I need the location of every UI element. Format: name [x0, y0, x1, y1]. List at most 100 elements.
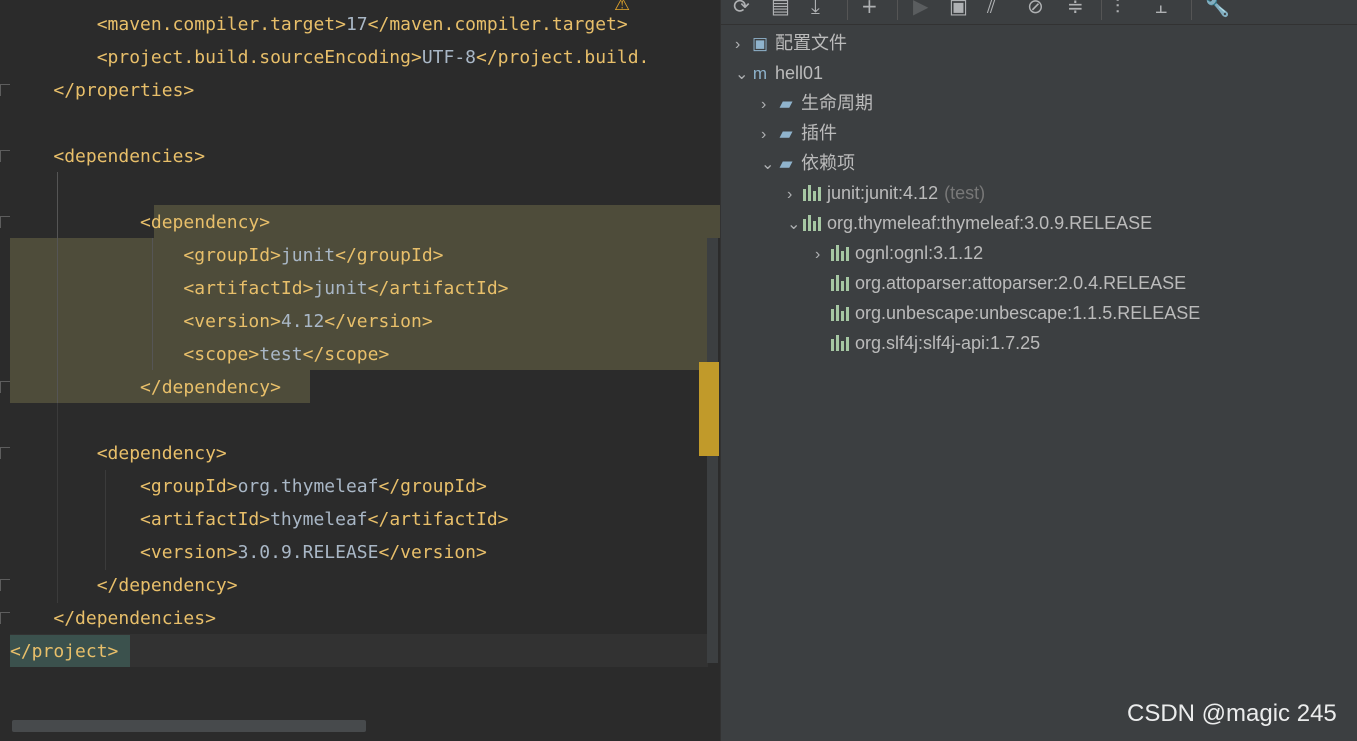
run-icon[interactable]: ▶ — [913, 0, 928, 18]
fold-marker[interactable] — [0, 579, 10, 591]
code-line[interactable]: <artifactId>junit</artifactId> — [10, 272, 508, 305]
tree-node-label: org.thymeleaf:thymeleaf:3.0.9.RELEASE — [827, 213, 1153, 233]
xml-text-value: UTF-8 — [421, 47, 476, 68]
code-line[interactable]: <dependencies> — [10, 140, 205, 173]
tree-node[interactable]: › junit:junit:4.12 (test) — [787, 178, 985, 208]
xml-open-tag: <version> — [183, 311, 281, 332]
lifecycle-folder-icon: ▰ — [779, 94, 793, 113]
xml-text-value: junit — [280, 245, 336, 266]
tree-node[interactable]: › ognl:ognl:3.1.12 — [815, 238, 983, 268]
chevron-right-icon[interactable]: › — [815, 240, 829, 270]
download-icon[interactable]: ⤓ — [811, 0, 820, 18]
tree-node[interactable]: org.unbescape:unbescape:1.1.5.RELEASE — [815, 298, 1200, 328]
xml-text-value: test — [259, 344, 303, 365]
watermark: CSDN @magic 245 — [1127, 700, 1337, 727]
tree-node[interactable]: org.attoparser:attoparser:2.0.4.RELEASE — [815, 268, 1186, 298]
code-line[interactable]: </dependency> — [10, 371, 281, 404]
code-line[interactable]: </dependencies> — [10, 602, 216, 635]
add-icon[interactable]: + — [861, 0, 878, 18]
toolbar-separator — [897, 0, 898, 20]
fold-marker[interactable] — [0, 84, 10, 96]
chevron-down-icon[interactable]: ˇ — [692, 0, 701, 11]
tree-node[interactable]: ⌄ org.thymeleaf:thymeleaf:3.0.9.RELEASE — [787, 208, 1152, 238]
fold-marker[interactable] — [0, 612, 10, 624]
tree-node[interactable]: ⌄ m hell01 — [735, 58, 823, 88]
code-line[interactable]: </properties> — [10, 74, 194, 107]
code-line[interactable]: <version>4.12</version> — [10, 305, 432, 338]
tree-node[interactable]: › ▰ 生命周期 — [761, 88, 873, 118]
fold-marker[interactable] — [0, 447, 10, 459]
xml-text-value: junit — [313, 278, 368, 299]
dependency-icon — [829, 305, 851, 321]
xml-text-value: 17 — [345, 14, 368, 35]
tree-node[interactable]: ⌄ ▰ 依赖项 — [761, 148, 855, 178]
chevron-right-icon[interactable]: › — [787, 180, 801, 210]
xml-close-tag: </groupId> — [335, 245, 444, 266]
skip-tests-icon[interactable]: ⊘ — [1027, 0, 1044, 18]
warning-icon[interactable]: ⚠ — [614, 0, 630, 15]
dependency-scope: (test) — [944, 183, 986, 203]
code-line[interactable]: <groupId>junit</groupId> — [10, 239, 444, 272]
reload-icon[interactable]: ⟳ — [733, 0, 750, 18]
scrollbar-highlight-marker[interactable] — [699, 362, 719, 456]
tree-node-label: junit:junit:4.12 — [827, 183, 939, 203]
xml-open-tag: </project> — [10, 641, 119, 662]
fold-marker[interactable] — [0, 381, 10, 393]
code-line[interactable]: <artifactId>thymeleaf</artifactId> — [10, 503, 509, 536]
code-line[interactable]: <project.build.sourceEncoding>UTF-8</pro… — [10, 41, 650, 74]
xml-open-tag: <artifactId> — [183, 278, 314, 299]
xml-close-tag: </artifactId> — [367, 509, 509, 530]
xml-open-tag: <artifactId> — [140, 509, 271, 530]
xml-open-tag: <dependency> — [140, 212, 271, 233]
horizontal-scrollbar[interactable] — [12, 720, 366, 732]
show-dependencies-icon[interactable]: ⫶ — [1115, 0, 1120, 18]
execute-goal-icon[interactable]: ▣ — [949, 0, 968, 18]
diagram-icon[interactable]: ⫠ — [1155, 0, 1167, 18]
dependency-icon — [829, 275, 851, 291]
dependency-icon — [801, 215, 823, 231]
tree-node[interactable]: › ▰ 插件 — [761, 118, 837, 148]
code-line[interactable]: </project> — [10, 635, 118, 668]
chevron-down-icon[interactable]: ⌄ — [761, 150, 775, 180]
dependencies-folder-icon: ▰ — [779, 154, 793, 173]
toggle-offline-icon[interactable]: ⫽ — [987, 0, 996, 18]
tree-node-label: org.attoparser:attoparser:2.0.4.RELEASE — [855, 273, 1187, 293]
tree-node-label: 生命周期 — [801, 93, 873, 113]
code-line[interactable]: </dependency> — [10, 569, 238, 602]
chevron-right-icon[interactable]: › — [735, 30, 749, 60]
fold-marker[interactable] — [0, 216, 10, 228]
xml-open-tag: <groupId> — [140, 476, 238, 497]
chevron-right-icon[interactable]: › — [761, 120, 775, 150]
chevron-down-icon[interactable]: ⌄ — [787, 210, 801, 240]
code-editor[interactable]: <maven.compiler.target>17</maven.compile… — [0, 0, 720, 741]
xml-close-tag: </version> — [378, 542, 487, 563]
settings-wrench-icon[interactable]: 🔧 — [1205, 0, 1230, 18]
code-line[interactable]: <dependency> — [10, 206, 270, 239]
chevron-right-icon[interactable]: › — [761, 90, 775, 120]
code-line[interactable]: <dependency> — [10, 437, 227, 470]
code-line[interactable]: <scope>test</scope> — [10, 338, 389, 371]
code-line[interactable]: <maven.compiler.target>17</maven.compile… — [10, 8, 628, 41]
fold-marker[interactable] — [0, 150, 10, 162]
collapse-all-icon[interactable]: ≑ — [1067, 0, 1084, 18]
code-line[interactable]: <version>3.0.9.RELEASE</version> — [10, 536, 487, 569]
xml-close-tag: </maven.compiler.target> — [367, 14, 628, 35]
profiles-icon: ▣ — [751, 34, 769, 53]
code-line[interactable]: <groupId>org.thymeleaf</groupId> — [10, 470, 487, 503]
chevron-down-icon[interactable]: ⌄ — [735, 60, 749, 90]
xml-open-tag: </dependency> — [96, 575, 238, 596]
chevron-up-icon[interactable]: ˆ — [662, 0, 671, 11]
tree-node[interactable]: org.slf4j:slf4j-api:1.7.25 — [815, 328, 1040, 358]
tree-node[interactable]: › ▣ 配置文件 — [735, 28, 847, 58]
tree-node-label: org.unbescape:unbescape:1.1.5.RELEASE — [855, 303, 1201, 323]
maven-toolbar: ⟳ ▤ ⤓ + ▶ ▣ ⫽ ⊘ ≑ ⫶ ⫠ 🔧 — [721, 0, 1357, 25]
generate-sources-icon[interactable]: ▤ — [771, 0, 790, 18]
